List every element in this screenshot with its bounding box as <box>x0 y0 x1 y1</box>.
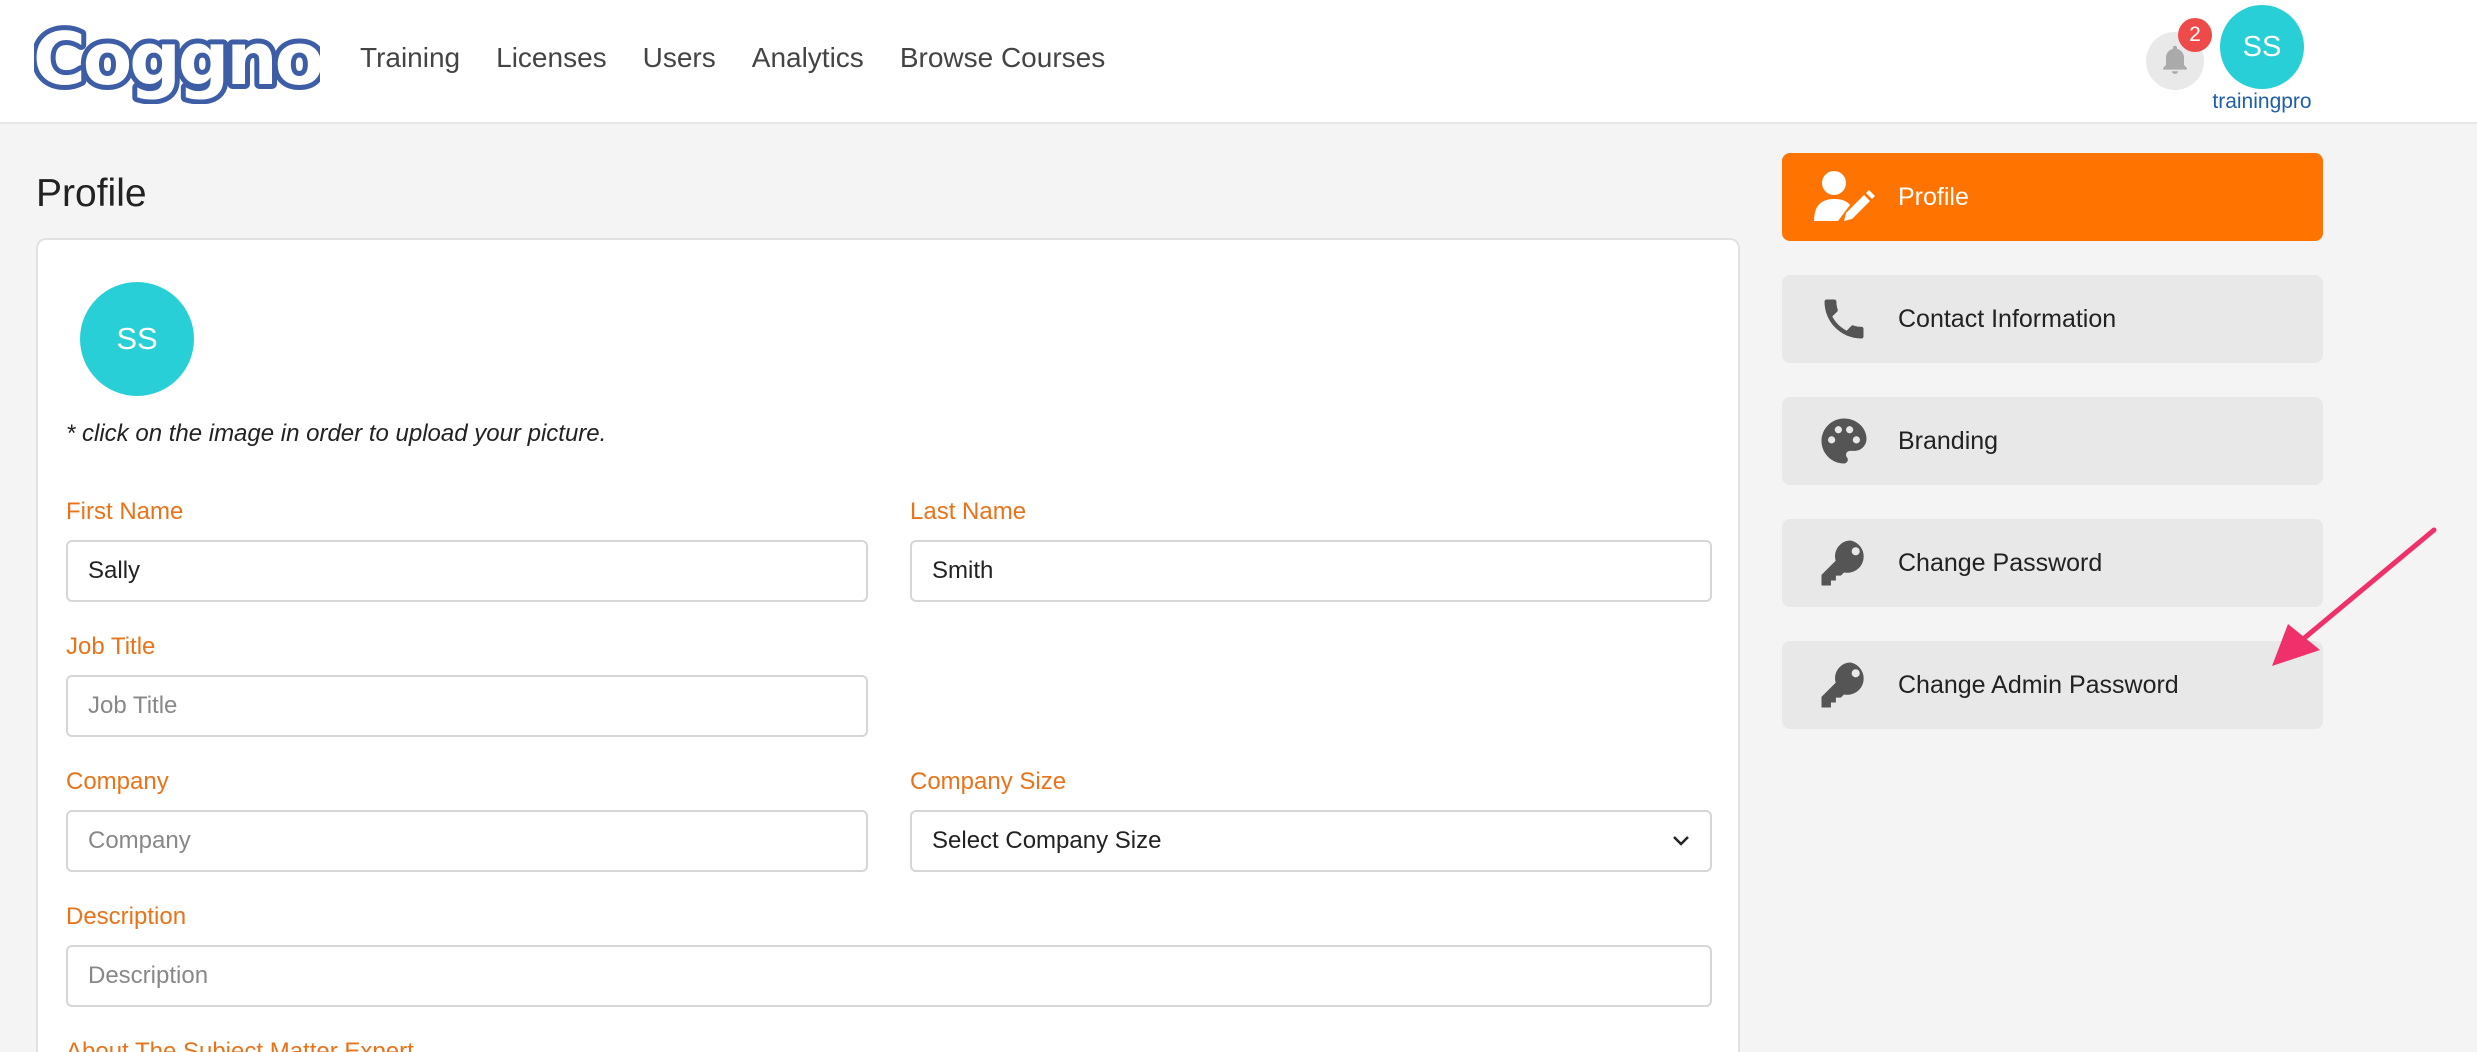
company-input[interactable] <box>66 810 868 872</box>
phone-icon <box>1812 287 1876 351</box>
upload-hint: * click on the image in order to upload … <box>66 420 607 447</box>
key-icon <box>1812 653 1876 717</box>
sidebar-item-profile[interactable]: Profile <box>1782 153 2323 241</box>
sidebar-item-label: Branding <box>1898 426 1999 455</box>
first-name-label: First Name <box>66 498 184 525</box>
svg-text:Coggno: Coggno <box>34 17 320 101</box>
profile-picture-upload[interactable]: SS <box>80 282 194 396</box>
nav-users[interactable]: Users <box>643 42 716 74</box>
description-label: Description <box>66 903 187 930</box>
sidebar-item-contact-information[interactable]: Contact Information <box>1782 275 2323 363</box>
page-title: Profile <box>36 172 147 215</box>
annotation-arrow-icon <box>2272 527 2437 666</box>
sidebar-item-change-admin-password[interactable]: Change Admin Password <box>1782 641 2323 729</box>
username-link[interactable]: trainingpro <box>2210 90 2314 114</box>
first-name-input[interactable] <box>66 540 868 602</box>
nav-browse-courses[interactable]: Browse Courses <box>900 42 1105 74</box>
top-header: Coggno Training Licenses Users Analytics… <box>0 0 2477 124</box>
company-label: Company <box>66 768 169 795</box>
user-edit-icon <box>1812 165 1876 229</box>
user-avatar[interactable]: SS <box>2220 5 2304 89</box>
job-title-label: Job Title <box>66 633 156 660</box>
sidebar-item-change-password[interactable]: Change Password <box>1782 519 2323 607</box>
palette-icon <box>1812 409 1876 473</box>
nav-training[interactable]: Training <box>360 42 460 74</box>
about-sme-label: About The Subject Matter Expert <box>66 1038 414 1052</box>
last-name-label: Last Name <box>910 498 1027 525</box>
description-input[interactable] <box>66 945 1712 1007</box>
key-icon <box>1812 531 1876 595</box>
nav-analytics[interactable]: Analytics <box>752 42 864 74</box>
sidebar-item-branding[interactable]: Branding <box>1782 397 2323 485</box>
sidebar-item-label: Contact Information <box>1898 304 2117 333</box>
sidebar-item-label: Profile <box>1898 182 1969 211</box>
sidebar-item-label: Change Password <box>1898 548 2103 577</box>
sidebar-item-label: Change Admin Password <box>1898 670 2179 699</box>
main-nav: Training Licenses Users Analytics Browse… <box>360 42 1105 74</box>
coggno-logo[interactable]: Coggno <box>34 14 320 104</box>
company-size-selected: Select Company Size <box>932 827 1162 854</box>
profile-card: SS * click on the image in order to uplo… <box>36 238 1740 1052</box>
chevron-down-icon <box>1673 836 1689 846</box>
last-name-input[interactable] <box>910 540 1712 602</box>
company-size-select[interactable]: Select Company Size <box>910 810 1712 872</box>
job-title-input[interactable] <box>66 675 868 737</box>
notification-count-badge: 2 <box>2178 18 2212 52</box>
company-size-label: Company Size <box>910 768 1067 795</box>
nav-licenses[interactable]: Licenses <box>496 42 607 74</box>
